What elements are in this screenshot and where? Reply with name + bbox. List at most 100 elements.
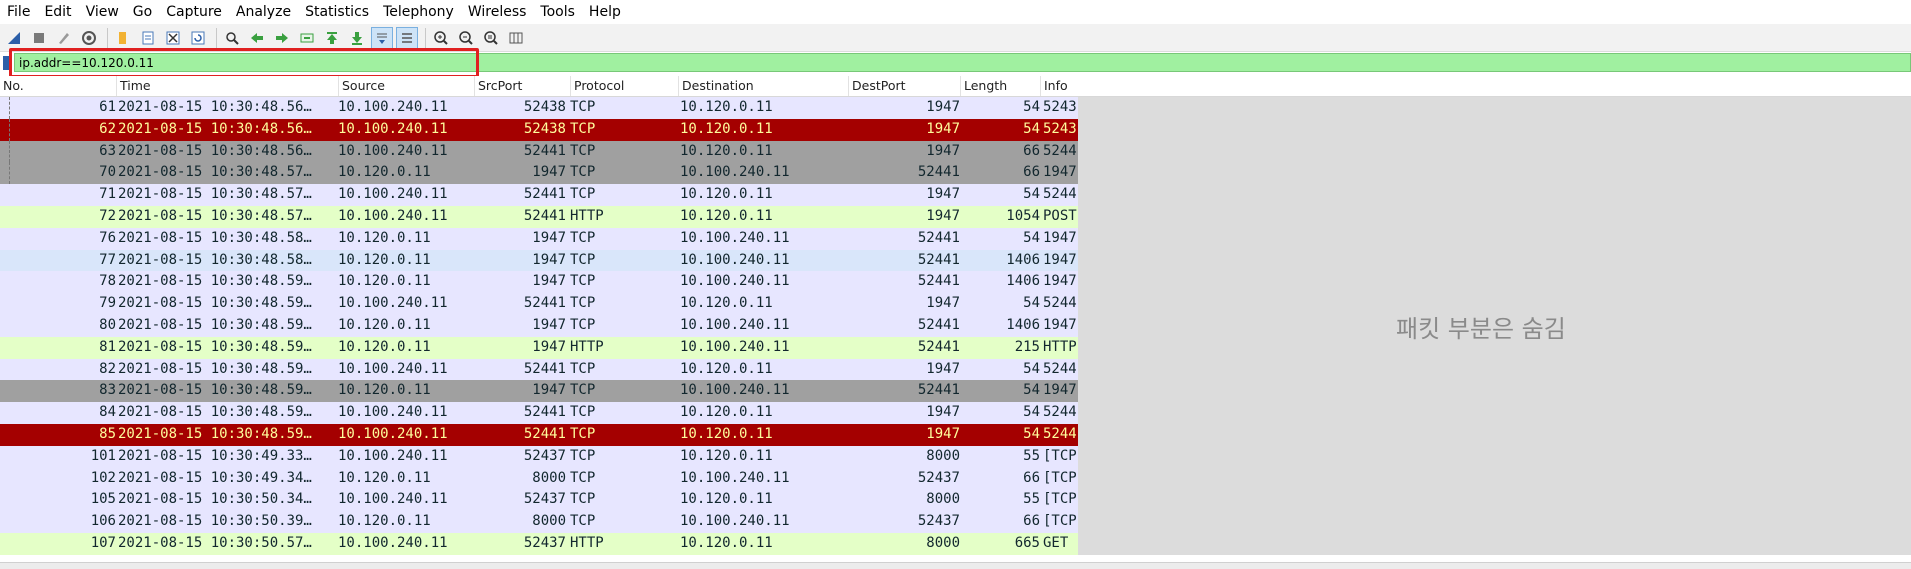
packet-cell-len: 54: [1023, 186, 1040, 203]
packet-cell-dst: 10.100.240.11: [680, 164, 790, 181]
column-header-destport[interactable]: DestPort: [848, 76, 960, 96]
zoom-out-icon[interactable]: [455, 27, 477, 49]
packet-cell-len: 55: [1023, 447, 1040, 464]
column-header-srcport[interactable]: SrcPort: [474, 76, 570, 96]
packet-cell-info: [TCP: [1043, 469, 1077, 486]
packet-cell-src: 10.120.0.11: [338, 338, 431, 355]
packet-cell-dport: 52441: [917, 316, 960, 333]
menu-tools[interactable]: Tools: [533, 0, 582, 24]
go-first-icon[interactable]: [321, 27, 343, 49]
capture-options-icon[interactable]: [78, 27, 100, 49]
packet-cell-dst: 10.100.240.11: [680, 469, 790, 486]
column-header-time[interactable]: Time: [116, 76, 338, 96]
menu-wireless[interactable]: Wireless: [461, 0, 534, 24]
toolbar-separator: [216, 27, 217, 48]
packet-cell-src: 10.100.240.11: [338, 404, 448, 421]
packet-row[interactable]: 81 2021-08-15 10:30:48.59… 10.120.0.11 1947…: [0, 336, 1078, 359]
zoom-normal-icon[interactable]: [480, 27, 502, 49]
menu-telephony[interactable]: Telephony: [376, 0, 461, 24]
packet-row[interactable]: 71 2021-08-15 10:30:48.57… 10.100.240.11 52…: [0, 184, 1078, 206]
packet-cell-no: 80: [99, 316, 116, 333]
menu-file[interactable]: File: [0, 0, 37, 24]
packet-cell-no: 79: [99, 295, 116, 312]
display-filter-input[interactable]: [15, 54, 423, 71]
open-folder-icon[interactable]: [112, 27, 134, 49]
menu-capture[interactable]: Capture: [159, 0, 229, 24]
packet-cell-proto: TCP: [570, 425, 596, 442]
packet-row[interactable]: 62 2021-08-15 10:30:48.56… 10.100.240.11 52…: [0, 118, 1078, 141]
filter-bookmark-icon[interactable]: [3, 56, 9, 70]
packet-row[interactable]: 84 2021-08-15 10:30:48.59… 10.100.240.11 52…: [0, 402, 1078, 424]
save-file-icon[interactable]: [137, 27, 159, 49]
autoscroll-icon[interactable]: [371, 26, 393, 49]
packet-cell-proto: HTTP: [570, 207, 604, 224]
colorize-icon[interactable]: [396, 26, 418, 49]
packet-cell-dport: 1947: [926, 404, 960, 421]
packet-row[interactable]: 79 2021-08-15 10:30:48.59… 10.100.240.11 52…: [0, 293, 1078, 315]
zoom-in-icon[interactable]: [430, 27, 452, 49]
packet-row[interactable]: 70 2021-08-15 10:30:48.57… 10.120.0.11 1947…: [0, 162, 1078, 185]
packet-cell-dst: 10.100.240.11: [680, 382, 790, 399]
packet-cell-len: 66: [1023, 164, 1040, 181]
packet-row[interactable]: 78 2021-08-15 10:30:48.59… 10.120.0.11 1947…: [0, 271, 1078, 294]
stop-square-icon[interactable]: [28, 27, 50, 49]
packet-row[interactable]: 77 2021-08-15 10:30:48.58… 10.120.0.11 1947…: [0, 249, 1078, 272]
packet-row[interactable]: 63 2021-08-15 10:30:48.56… 10.100.240.11 52…: [0, 140, 1078, 163]
reload-icon[interactable]: [187, 27, 209, 49]
packet-cell-no: 78: [99, 273, 116, 290]
go-to-packet-icon[interactable]: [296, 27, 318, 49]
packet-cell-sport: 52441: [523, 186, 566, 203]
packet-row[interactable]: 85 2021-08-15 10:30:48.59… 10.100.240.11 52…: [0, 423, 1078, 446]
packet-row[interactable]: 72 2021-08-15 10:30:48.57… 10.100.240.11 52…: [0, 205, 1078, 228]
packet-cell-len: 54: [1023, 99, 1040, 115]
menu-go[interactable]: Go: [126, 0, 159, 24]
packet-cell-proto: TCP: [570, 491, 596, 508]
packet-row[interactable]: 83 2021-08-15 10:30:48.59… 10.120.0.11 1947…: [0, 380, 1078, 403]
packet-cell-src: 10.100.240.11: [338, 186, 448, 203]
column-header-length[interactable]: Length: [960, 76, 1040, 96]
menu-edit[interactable]: Edit: [37, 0, 78, 24]
packet-row[interactable]: 82 2021-08-15 10:30:48.59… 10.100.240.11 52…: [0, 358, 1078, 381]
packet-cell-sport: 52437: [523, 491, 566, 508]
shark-fin-start-icon[interactable]: [3, 27, 25, 49]
menu-analyze[interactable]: Analyze: [229, 0, 298, 24]
find-packet-icon[interactable]: [221, 27, 243, 49]
packet-cell-dport: 1947: [926, 186, 960, 203]
packet-cell-time: 2021-08-15 10:30:48.59…: [118, 316, 312, 333]
packet-cell-info: 5243: [1043, 120, 1077, 137]
packet-cell-dport: 52441: [917, 338, 960, 355]
packet-cell-src: 10.100.240.11: [338, 295, 448, 312]
packet-cell-len: 665: [1014, 534, 1040, 551]
go-forward-icon[interactable]: [271, 27, 293, 49]
packet-row[interactable]: 80 2021-08-15 10:30:48.59… 10.120.0.11 1947…: [0, 314, 1078, 337]
menu-help[interactable]: Help: [582, 0, 628, 24]
column-header-no[interactable]: No.: [0, 76, 116, 96]
packet-row[interactable]: 106 2021-08-15 10:30:50.39… 10.120.0.11 800…: [0, 511, 1078, 533]
close-file-icon[interactable]: [162, 27, 184, 49]
restart-icon[interactable]: [53, 27, 75, 49]
go-last-icon[interactable]: [346, 27, 368, 49]
column-header-protocol[interactable]: Protocol: [570, 76, 678, 96]
packet-cell-proto: TCP: [570, 469, 596, 486]
packet-cell-proto: TCP: [570, 295, 596, 312]
packet-row[interactable]: 61 2021-08-15 10:30:48.56… 10.100.240.11 52…: [0, 97, 1078, 119]
packet-cell-time: 2021-08-15 10:30:48.57…: [118, 186, 312, 203]
menu-statistics[interactable]: Statistics: [298, 0, 376, 24]
packet-row[interactable]: 101 2021-08-15 10:30:49.33… 10.100.240.11 5…: [0, 445, 1078, 468]
go-back-icon[interactable]: [246, 27, 268, 49]
packet-cell-dport: 1947: [926, 120, 960, 137]
toolbar-separator: [107, 27, 108, 48]
column-header-info[interactable]: Info: [1040, 76, 1911, 96]
column-header-destination[interactable]: Destination: [678, 76, 848, 96]
packet-cell-proto: TCP: [570, 404, 596, 421]
packet-cell-len: 215: [1014, 338, 1040, 355]
menu-view[interactable]: View: [79, 0, 126, 24]
resize-columns-icon[interactable]: [505, 27, 527, 49]
packet-row[interactable]: 102 2021-08-15 10:30:49.34… 10.120.0.11 800…: [0, 467, 1078, 490]
packet-cell-info: 1947: [1043, 251, 1077, 268]
packet-row[interactable]: 105 2021-08-15 10:30:50.34… 10.100.240.11 5…: [0, 489, 1078, 512]
packet-row[interactable]: 76 2021-08-15 10:30:48.58… 10.120.0.11 1947…: [0, 227, 1078, 250]
packet-cell-src: 10.120.0.11: [338, 251, 431, 268]
packet-row[interactable]: 107 2021-08-15 10:30:50.57… 10.100.240.11 5…: [0, 532, 1078, 555]
column-header-source[interactable]: Source: [338, 76, 474, 96]
